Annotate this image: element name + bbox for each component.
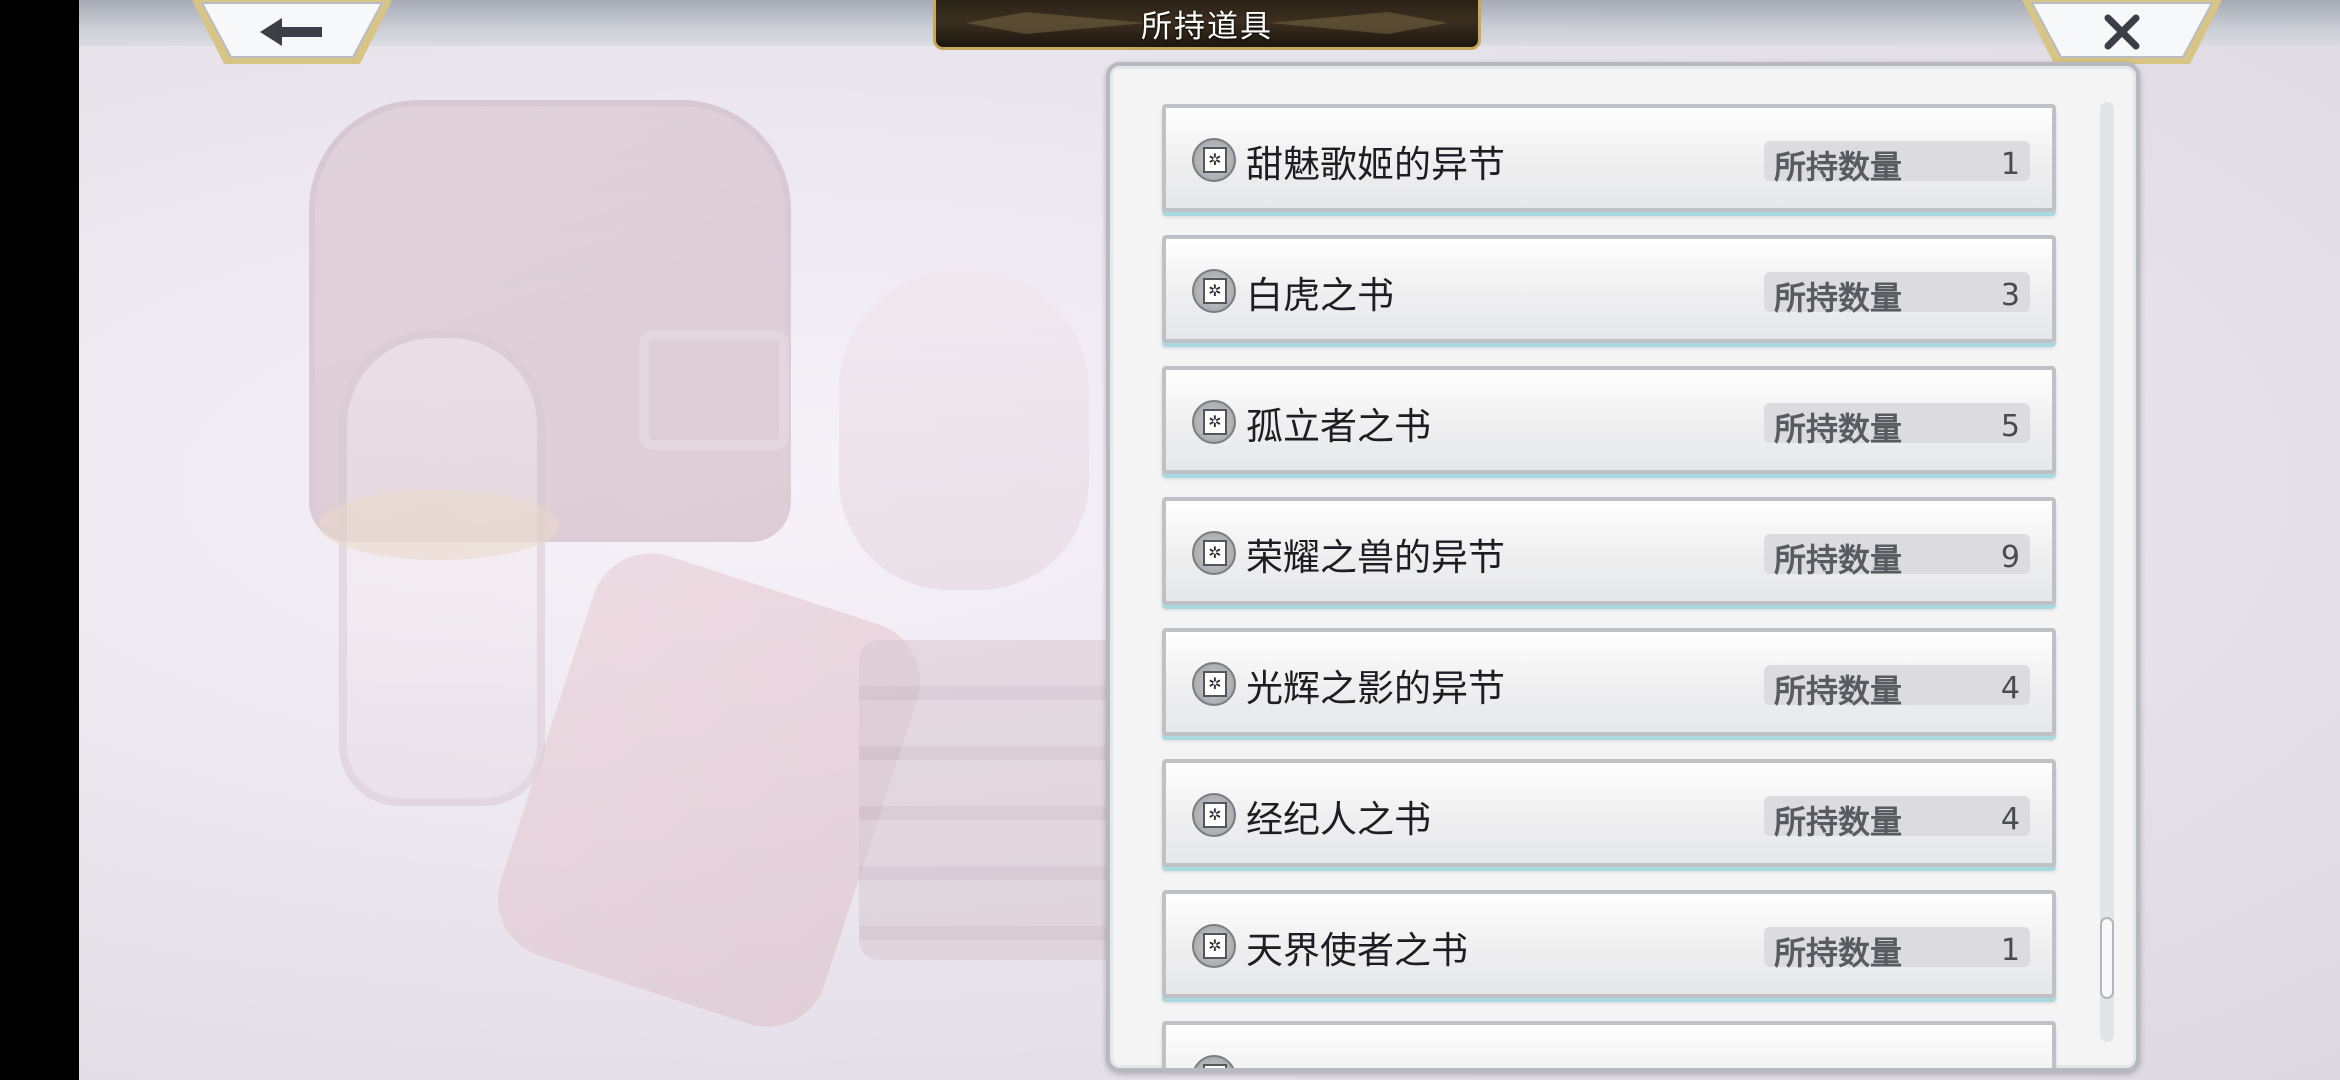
- book-icon: ✲: [1192, 269, 1236, 313]
- book-glyph: ✲: [1203, 540, 1227, 566]
- scrollbar-thumb[interactable]: [2100, 917, 2114, 999]
- item-name: 孤立者之书: [1246, 405, 1431, 448]
- back-button[interactable]: [192, 0, 392, 66]
- book-glyph: ✲: [1203, 147, 1227, 173]
- quantity-box: 所持数量 1: [1764, 927, 2030, 972]
- book-glyph: ✲: [1203, 802, 1227, 828]
- quantity-value: 5: [2000, 409, 2020, 444]
- book-glyph: ✲: [1203, 1064, 1227, 1068]
- item-row[interactable]: ✲ 荣耀之兽的异节 所持数量 9: [1162, 497, 2056, 605]
- quantity-label: 所持数量: [1774, 803, 1903, 841]
- quantity-label: 所持数量: [1774, 541, 1903, 579]
- book-icon: ✲: [1192, 793, 1236, 837]
- quantity-box: 所持数量 9: [1764, 534, 2030, 579]
- book-icon: ✲: [1192, 1055, 1236, 1068]
- game-screen: 所持道具 ✲ 甜魅歌姬的异节 所持数量 1 ✲ 白虎之书 所持数量 3 ✲ 孤立者之书 所持数量 5 ✲…: [0, 0, 2340, 1080]
- quantity-box: 所持数量 5: [1764, 403, 2030, 448]
- quantity-box: 所持数量 4: [1764, 796, 2030, 841]
- item-name: 光辉之影的异节: [1246, 667, 1505, 710]
- book-icon: ✲: [1192, 924, 1236, 968]
- book-glyph: ✲: [1203, 933, 1227, 959]
- title-ornament-left: [966, 12, 1146, 34]
- book-icon: ✲: [1192, 138, 1236, 182]
- close-x-icon: [2022, 0, 2222, 64]
- title-ornament-right: [1268, 12, 1448, 34]
- quantity-box: 所持数量 4: [1764, 665, 2030, 710]
- book-icon: ✲: [1192, 531, 1236, 575]
- quantity-label: 所持数量: [1774, 672, 1903, 710]
- background-bag-buckle: [639, 330, 789, 450]
- quantity-label: 所持数量: [1774, 934, 1903, 972]
- book-glyph: ✲: [1203, 671, 1227, 697]
- quantity-box: 所持数量 1: [1764, 141, 2030, 186]
- book-icon: ✲: [1192, 662, 1236, 706]
- close-button[interactable]: [2022, 0, 2222, 66]
- quantity-value: 3: [2000, 278, 2020, 313]
- item-row[interactable]: ✲ 经纪人之书 所持数量 4: [1162, 759, 2056, 867]
- quantity-value: 1: [2000, 147, 2020, 182]
- quantity-label: 所持数量: [1774, 148, 1903, 186]
- item-name: 天界使者之书: [1246, 929, 1468, 972]
- book-glyph: ✲: [1203, 278, 1227, 304]
- item-row[interactable]: ✲: [1162, 1021, 2056, 1068]
- quantity-value: 4: [2000, 802, 2020, 837]
- background-sack-illustration: [839, 270, 1089, 590]
- title-plate: 所持道具: [933, 0, 1481, 50]
- item-name: 白虎之书: [1246, 274, 1394, 317]
- quantity-value: 9: [2000, 540, 2020, 575]
- back-arrow-icon: [192, 0, 392, 64]
- item-name: 甜魅歌姬的异节: [1246, 143, 1505, 186]
- item-row[interactable]: ✲ 光辉之影的异节 所持数量 4: [1162, 628, 2056, 736]
- item-row[interactable]: ✲ 孤立者之书 所持数量 5: [1162, 366, 2056, 474]
- quantity-label: 所持数量: [1774, 410, 1903, 448]
- book-icon: ✲: [1192, 400, 1236, 444]
- quantity-box: 所持数量 3: [1764, 272, 2030, 317]
- book-glyph: ✲: [1203, 409, 1227, 435]
- background-lantern-cap: [319, 490, 559, 560]
- item-row[interactable]: ✲ 白虎之书 所持数量 3: [1162, 235, 2056, 343]
- quantity-label: 所持数量: [1774, 279, 1903, 317]
- item-name: 荣耀之兽的异节: [1246, 536, 1505, 579]
- item-row[interactable]: ✲ 甜魅歌姬的异节 所持数量 1: [1162, 104, 2056, 212]
- quantity-value: 4: [2000, 671, 2020, 706]
- scrollbar-track[interactable]: [2100, 102, 2114, 1042]
- page-title: 所持道具: [1141, 9, 1273, 45]
- background-lantern-illustration: [339, 330, 545, 806]
- item-list-panel: ✲ 甜魅歌姬的异节 所持数量 1 ✲ 白虎之书 所持数量 3 ✲ 孤立者之书 所持数量 5 ✲ 荣耀之兽的…: [1106, 62, 2140, 1072]
- item-row[interactable]: ✲ 天界使者之书 所持数量 1: [1162, 890, 2056, 998]
- item-name: 经纪人之书: [1246, 798, 1431, 841]
- quantity-value: 1: [2000, 933, 2020, 968]
